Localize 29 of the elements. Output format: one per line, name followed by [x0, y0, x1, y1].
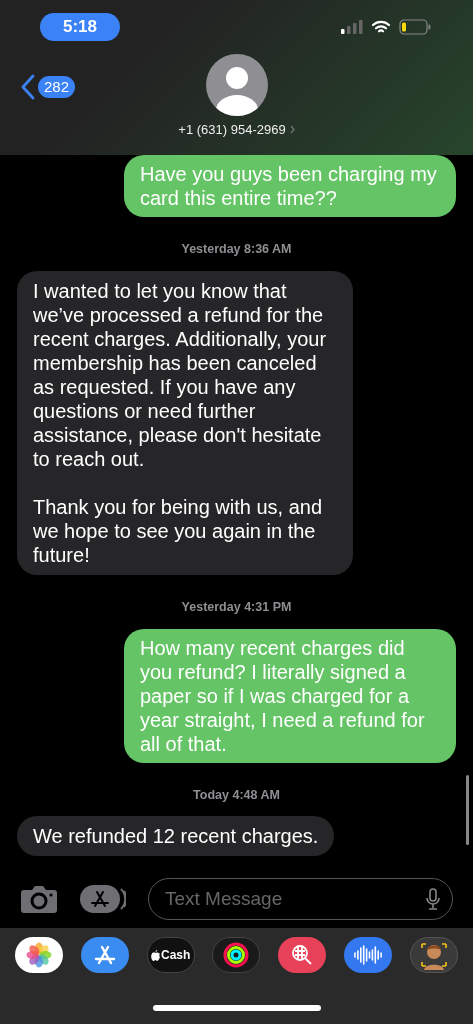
message-timestamp: Yesterday 8:36 AM: [180, 241, 293, 258]
cash-app-button[interactable]: Cash: [146, 937, 195, 973]
audio-message-icon[interactable]: [344, 937, 393, 973]
scroll-indicator: [466, 775, 469, 845]
back-chevron-icon: [20, 74, 36, 100]
battery-icon: [399, 19, 431, 35]
camera-icon[interactable]: [20, 884, 58, 914]
contact-name-button[interactable]: +1 (631) 954-2969: [178, 120, 295, 140]
contact-avatar-icon: [205, 54, 268, 116]
received-message-bubble: I wanted to let you know that we’ve processed a refund for the recent charges. Additionally, your membership has been canceled as requested. If you have any questions or need further assistance, please don't hesitate to reach out. Thank you for being with us, and we hope to see you again in the future!: [17, 270, 353, 575]
photos-app-icon[interactable]: [15, 937, 63, 973]
wifi-icon: [371, 20, 391, 34]
received-message-bubble: We refunded 12 recent charges.: [17, 816, 335, 857]
microphone-icon[interactable]: [426, 888, 440, 910]
app-store-icon[interactable]: [80, 937, 129, 973]
unread-count-badge: 282: [38, 76, 76, 98]
signal-icon: [341, 20, 363, 34]
message-timestamp: Today 4:48 AM: [192, 786, 281, 804]
sent-message-bubble: Have you guys been charging my card this entire time??: [124, 155, 456, 217]
apple-icon: [151, 949, 160, 961]
image-search-icon[interactable]: [278, 937, 327, 973]
activity-rings-icon[interactable]: [212, 937, 261, 973]
chevron-right-icon: [289, 125, 295, 135]
back-button[interactable]: 282: [20, 74, 100, 100]
message-input-field[interactable]: Text Message: [165, 884, 426, 914]
sent-message-bubble: How many recent charges did you refund? I literally signed a paper so if I was charged for a year straight, I need a refund for all of that.: [124, 628, 456, 763]
status-time: 5:18: [40, 13, 120, 41]
message-timestamp: Yesterday 4:31 PM: [180, 598, 293, 616]
memoji-avatar-icon[interactable]: [409, 937, 458, 973]
